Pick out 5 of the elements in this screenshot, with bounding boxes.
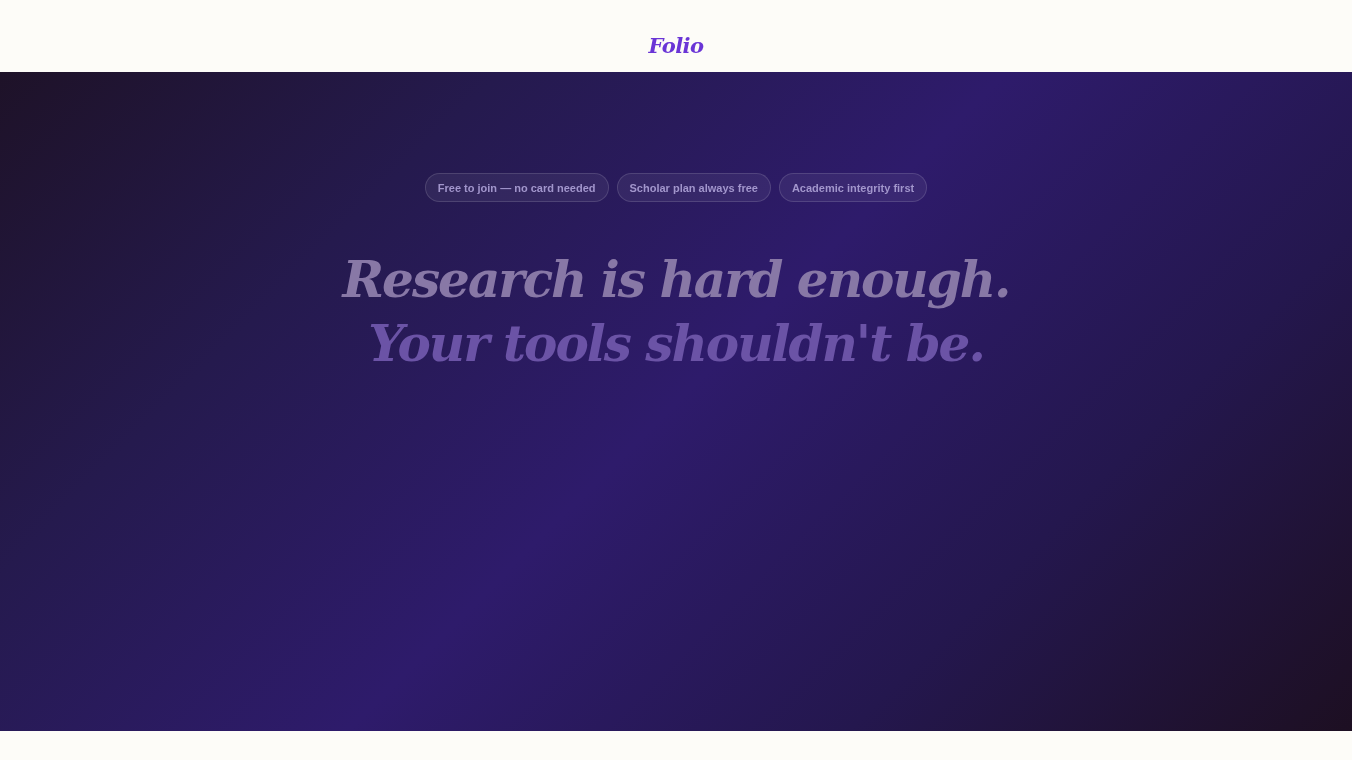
feature-pill: Free to join — no card needed: [424, 173, 609, 202]
hero-headline: Research is hard enough. Your tools shouldn't be.: [342, 249, 1010, 375]
feature-pill: Scholar plan always free: [616, 173, 771, 202]
feature-pill: Academic integrity first: [778, 173, 928, 202]
logo-link[interactable]: Folio: [648, 32, 704, 58]
